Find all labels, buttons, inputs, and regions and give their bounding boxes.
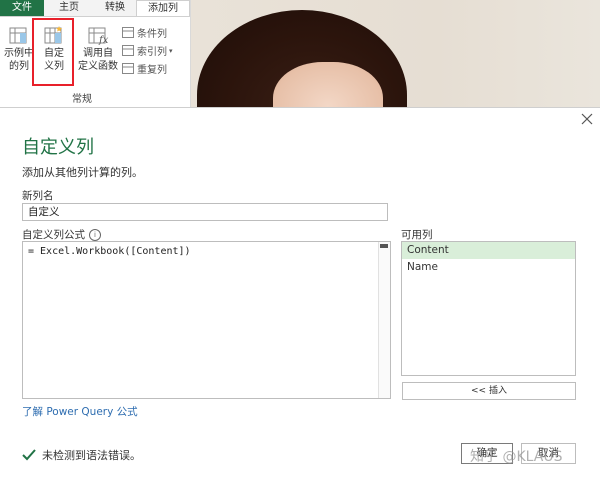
custom-column-dialog: 自定义列 添加从其他列计算的列。 新列名 自定义 自定义列公式 i = Excel… [0,107,600,482]
new-column-name-input[interactable]: 自定义 [22,203,388,221]
invoke-function-label-1: 调用自 [83,48,113,59]
duplicate-column-icon [122,63,134,74]
highlight-annotation [32,18,74,86]
ribbon-body: 示例中 的列 自定 义列 fx 调用自 定义函数 条件列 索引列 ▾ 重复列 常… [0,16,190,108]
conditional-column-label: 条件列 [137,29,167,40]
available-columns-list[interactable]: Content Name [401,241,576,376]
ribbon-tabs: 文件 主页 转换 添加列 [0,0,190,16]
column-from-examples-button[interactable]: 示例中 的列 [3,25,35,73]
available-columns-label: 可用列 [401,229,433,241]
ribbon: 文件 主页 转换 添加列 示例中 的列 自定 义列 fx 调用自 定义函数 条件… [0,0,191,108]
list-item[interactable]: Name [402,259,575,276]
tab-add-column[interactable]: 添加列 [136,0,190,16]
svg-text:fx: fx [98,35,109,45]
column-from-examples-label-1: 示例中 [4,48,34,59]
formula-scrollbar-thumb[interactable] [380,244,388,248]
dialog-description: 添加从其他列计算的列。 [22,166,143,179]
invoke-function-label-2: 定义函数 [78,61,118,72]
formula-text: = Excel.Workbook([Content]) [28,246,191,257]
tab-home[interactable]: 主页 [44,0,94,16]
close-icon[interactable] [579,111,595,127]
conditional-column-icon [122,27,134,38]
index-column-label: 索引列 [137,47,167,58]
dialog-title: 自定义列 [22,137,94,158]
syntax-status-text: 未检测到语法错误。 [42,449,141,462]
chevron-down-icon[interactable]: ▾ [169,47,173,55]
info-icon[interactable]: i [89,229,101,241]
duplicate-column-button[interactable]: 重复列 [122,61,173,76]
invoke-function-icon: fx [88,27,109,45]
formula-editor[interactable]: = Excel.Workbook([Content]) [22,241,391,399]
check-icon [22,449,36,461]
index-column-button[interactable]: 索引列 ▾ [122,43,173,58]
formula-scrollbar[interactable] [378,242,390,398]
background-photo [191,0,600,107]
ribbon-group-label: 常规 [72,94,92,105]
insert-button[interactable]: << 插入 [402,382,576,400]
ribbon-small-items: 条件列 索引列 ▾ 重复列 [122,25,173,79]
list-item[interactable]: Content [402,242,575,259]
index-column-icon [122,45,134,56]
duplicate-column-label: 重复列 [137,65,167,76]
formula-label-row: 自定义列公式 i [22,227,101,242]
example-column-icon [9,27,27,44]
syntax-status: 未检测到语法错误。 [22,447,141,463]
invoke-custom-function-button[interactable]: fx 调用自 定义函数 [76,25,120,73]
watermark: 知乎 @KLAUS [470,449,563,465]
conditional-column-button[interactable]: 条件列 [122,25,173,40]
new-column-name-label: 新列名 [22,190,54,202]
formula-label: 自定义列公式 [22,229,85,241]
tab-transform[interactable]: 转换 [94,0,136,16]
tab-file[interactable]: 文件 [0,0,44,16]
learn-power-query-link[interactable]: 了解 Power Query 公式 [22,404,138,419]
column-from-examples-label-2: 的列 [9,61,29,72]
